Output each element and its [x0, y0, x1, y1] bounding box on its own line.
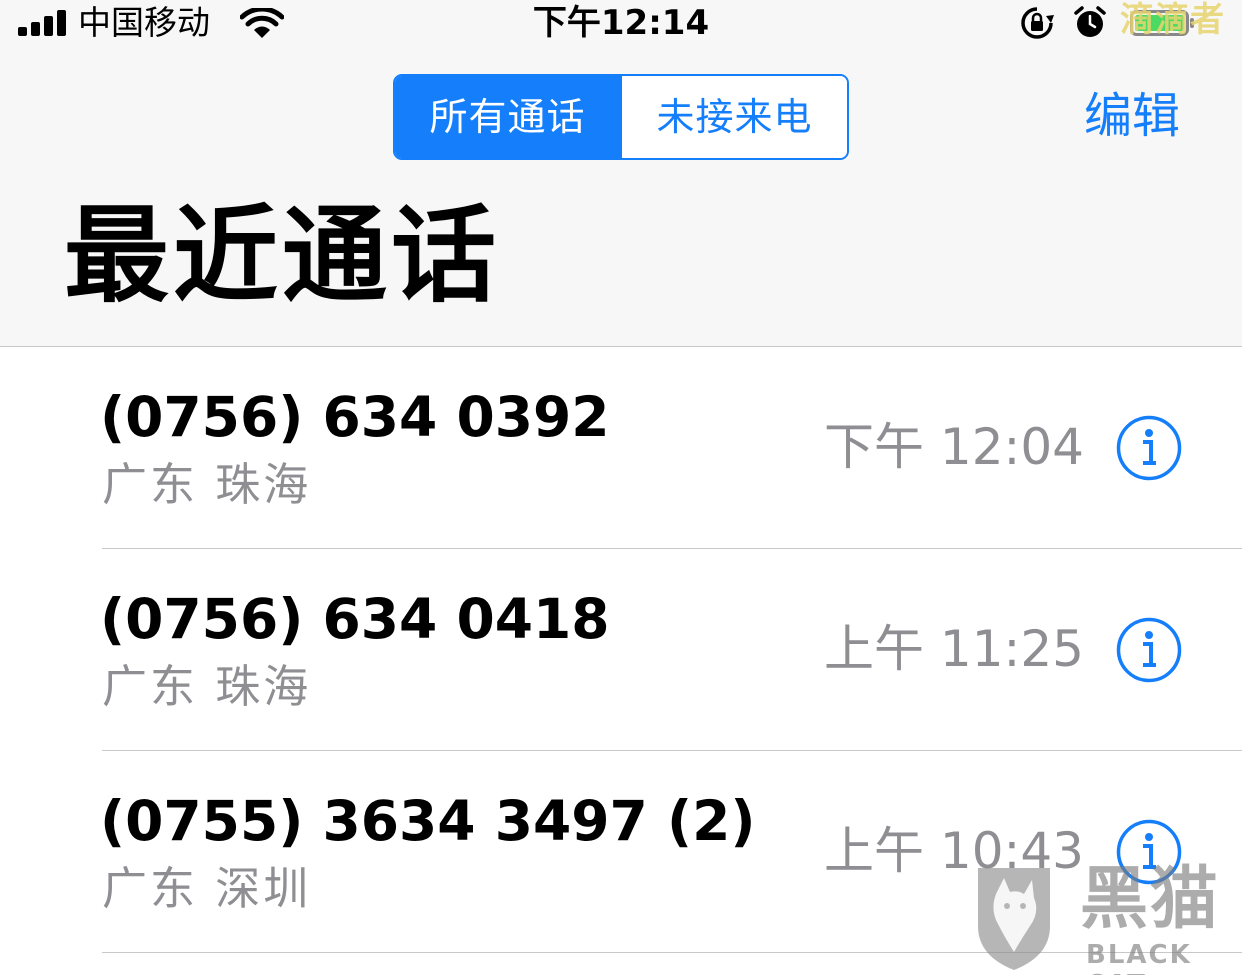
- call-location: 广东 珠海: [102, 458, 312, 511]
- call-filter-segmented-control: 所有通话 未接来电: [393, 74, 849, 160]
- call-number: (0755) 3634 3497 (2): [100, 789, 756, 853]
- rotation-lock-icon: [1021, 7, 1054, 39]
- call-location: 广东 珠海: [102, 660, 312, 713]
- edit-button[interactable]: 编辑: [1084, 84, 1180, 148]
- call-number: (0756) 634 0418: [100, 587, 610, 651]
- call-number: (0756) 634 0392: [100, 385, 610, 449]
- info-icon[interactable]: [1116, 415, 1182, 481]
- watermark-brand-en: BLACK CAT: [1086, 940, 1192, 975]
- call-location: 广东 深圳: [102, 862, 312, 915]
- segment-missed-calls[interactable]: 未接来电: [620, 76, 847, 158]
- call-time: 下午 12:04: [824, 418, 1084, 476]
- navigation-header: 所有通话 未接来电 编辑 最近通话: [0, 48, 1242, 346]
- status-bar: 中国移动 下午12:14 滴滴者: [0, 0, 1242, 48]
- segment-all-calls[interactable]: 所有通话: [395, 76, 620, 158]
- alarm-icon: [1074, 6, 1106, 37]
- call-row[interactable]: (0756) 634 0392 广东 珠海 下午 12:04: [0, 347, 1242, 549]
- status-time: 下午12:14: [532, 3, 710, 43]
- black-cat-watermark: 黑猫 BLACK CAT: [968, 860, 1242, 975]
- page-title: 最近通话: [64, 195, 501, 317]
- call-time: 上午 11:25: [824, 620, 1084, 678]
- watermark-brand-cn: 黑猫: [1080, 860, 1221, 939]
- watermark-text: 滴滴者: [1120, 0, 1225, 40]
- info-icon[interactable]: [1116, 617, 1182, 683]
- phone-recents-screen: 中国移动 下午12:14 滴滴者 所有通话 未接来电 编辑 最近通话 (0756…: [0, 0, 1242, 975]
- call-row[interactable]: (0756) 634 0418 广东 珠海 上午 11:25: [0, 549, 1242, 751]
- cat-shield-logo-icon: [978, 868, 1050, 970]
